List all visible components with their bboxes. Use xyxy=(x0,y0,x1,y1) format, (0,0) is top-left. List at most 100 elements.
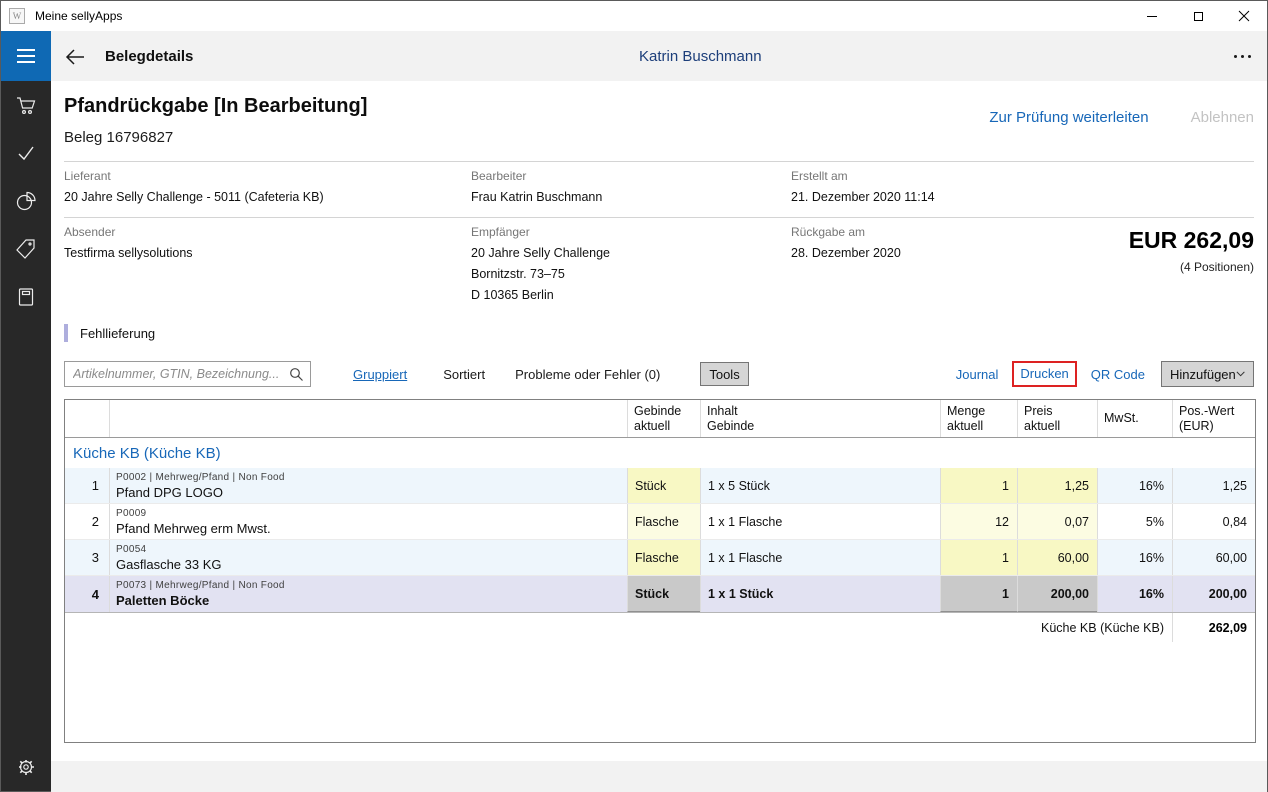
gebinde-cell[interactable]: Flasche xyxy=(627,540,700,575)
preis-cell[interactable]: 1,25 xyxy=(1017,468,1097,503)
article-code: P0009 xyxy=(116,507,627,520)
mwst-cell: 5% xyxy=(1097,504,1172,539)
app-icon: W xyxy=(9,8,25,24)
minimize-button[interactable] xyxy=(1129,1,1175,31)
add-button[interactable]: Hinzufügen xyxy=(1161,361,1254,387)
back-arrow-icon xyxy=(63,45,87,69)
sidebar-item-cart[interactable] xyxy=(1,81,51,129)
appbar: Belegdetails Katrin Buschmann xyxy=(1,31,1267,81)
header-gebinde: Gebindeaktuell xyxy=(627,400,700,437)
user-name[interactable]: Katrin Buschmann xyxy=(639,31,762,81)
sidebar-item-journal[interactable] xyxy=(1,273,51,321)
row-number: 2 xyxy=(65,504,109,539)
journal-link[interactable]: Journal xyxy=(956,367,999,382)
preis-cell[interactable]: 60,00 xyxy=(1017,540,1097,575)
position-count: (4 Positionen) xyxy=(1129,260,1254,274)
group-header[interactable]: Küche KB (Küche KB) xyxy=(65,438,1255,468)
cart-icon xyxy=(14,93,38,117)
preis-cell[interactable]: 0,07 xyxy=(1017,504,1097,539)
table-row[interactable]: 3 P0054 Gasflasche 33 KG Flasche 1 x 1 F… xyxy=(65,540,1255,576)
total-amount: EUR 262,09 xyxy=(1129,227,1254,253)
positions-toolbar: Gruppiert Sortiert Probleme oder Fehler … xyxy=(64,361,1254,387)
ellipsis-icon xyxy=(1234,55,1237,58)
sidebar-item-reports[interactable] xyxy=(1,177,51,225)
window-title: Meine sellyApps xyxy=(35,9,122,23)
menge-cell[interactable]: 1 xyxy=(940,468,1017,503)
close-button[interactable] xyxy=(1221,1,1267,31)
print-link[interactable]: Drucken xyxy=(1020,366,1068,381)
sorted-toggle[interactable]: Sortiert xyxy=(443,367,485,382)
divider xyxy=(64,217,1254,218)
qr-code-link[interactable]: QR Code xyxy=(1091,367,1145,382)
menge-cell[interactable]: 1 xyxy=(940,576,1017,612)
table-row[interactable]: 1 P0002 | Mehrweg/Pfand | Non Food Pfand… xyxy=(65,468,1255,504)
menge-cell[interactable]: 1 xyxy=(940,540,1017,575)
field-rueckgabe-am: Rückgabe am 28. Dezember 2020 xyxy=(791,225,901,261)
mwst-cell: 16% xyxy=(1097,576,1172,612)
header-empty xyxy=(65,400,109,437)
row-number: 1 xyxy=(65,468,109,503)
field-bearbeiter: Bearbeiter Frau Katrin Buschmann xyxy=(471,169,602,205)
problems-toggle[interactable]: Probleme oder Fehler (0) xyxy=(515,367,660,382)
wert-cell: 60,00 xyxy=(1172,540,1255,575)
grouped-toggle[interactable]: Gruppiert xyxy=(353,367,407,382)
page-title: Belegdetails xyxy=(105,31,193,81)
sidebar-item-tasks[interactable] xyxy=(1,129,51,177)
book-icon xyxy=(14,285,38,309)
wert-cell: 0,84 xyxy=(1172,504,1255,539)
preis-cell[interactable]: 200,00 xyxy=(1017,576,1097,612)
gebinde-cell[interactable]: Flasche xyxy=(627,504,700,539)
main-content: Pfandrückgabe [In Bearbeitung] Beleg 167… xyxy=(51,81,1267,791)
flag-label: Fehllieferung xyxy=(80,326,155,341)
check-icon xyxy=(14,141,38,165)
field-erstellt-am: Erstellt am 21. Dezember 2020 11:14 xyxy=(791,169,935,205)
gebinde-cell[interactable]: Stück xyxy=(627,468,700,503)
table-row[interactable]: 2 P0009 Pfand Mehrweg erm Mwst. Flasche … xyxy=(65,504,1255,540)
header-menge: Mengeaktuell xyxy=(940,400,1017,437)
article-name: Pfand DPG LOGO xyxy=(116,485,627,501)
search-icon xyxy=(289,367,304,382)
more-options-button[interactable] xyxy=(1234,31,1251,81)
inhalt-cell: 1 x 1 Flasche xyxy=(700,504,940,539)
group-footer-row: Küche KB (Küche KB) 262,09 xyxy=(65,612,1255,642)
close-icon xyxy=(1238,10,1250,22)
field-absender: Absender Testfirma sellysolutions xyxy=(64,225,193,261)
mwst-cell: 16% xyxy=(1097,540,1172,575)
article-cell: P0054 Gasflasche 33 KG xyxy=(109,540,627,575)
article-cell: P0073 | Mehrweg/Pfand | Non Food Palette… xyxy=(109,576,627,612)
article-name: Pfand Mehrweg erm Mwst. xyxy=(116,521,627,537)
gebinde-cell[interactable]: Stück xyxy=(627,576,700,612)
delivery-flag: Fehllieferung xyxy=(64,324,155,342)
pie-chart-icon xyxy=(14,189,38,213)
document-total: EUR 262,09 (4 Positionen) xyxy=(1129,227,1254,274)
maximize-button[interactable] xyxy=(1175,1,1221,31)
bottom-strip xyxy=(51,761,1267,792)
article-code: P0054 xyxy=(116,543,627,556)
group-footer-total: 262,09 xyxy=(1172,613,1255,642)
header-mwst: MwSt. xyxy=(1097,400,1172,437)
table-row-selected[interactable]: 4 P0073 | Mehrweg/Pfand | Non Food Palet… xyxy=(65,576,1255,612)
hamburger-icon xyxy=(17,49,35,51)
sidebar-item-settings[interactable] xyxy=(1,743,51,791)
field-empfaenger: Empfänger 20 Jahre Selly Challenge Borni… xyxy=(471,225,610,306)
document-title: Pfandrückgabe [In Bearbeitung] xyxy=(64,95,367,118)
article-name: Gasflasche 33 KG xyxy=(116,557,627,573)
menge-cell[interactable]: 12 xyxy=(940,504,1017,539)
header-inhalt: InhaltGebinde xyxy=(700,400,940,437)
positions-table: Gebindeaktuell InhaltGebinde Mengeaktuel… xyxy=(64,399,1256,743)
print-highlight-box: Drucken xyxy=(1012,361,1076,387)
hamburger-menu-button[interactable] xyxy=(1,31,51,81)
tools-button[interactable]: Tools xyxy=(700,362,748,386)
gear-icon xyxy=(15,756,37,778)
tag-icon xyxy=(14,237,38,261)
sidebar xyxy=(1,81,51,791)
article-name: Paletten Böcke xyxy=(116,593,627,609)
search-input[interactable] xyxy=(65,362,310,386)
article-cell: P0009 Pfand Mehrweg erm Mwst. xyxy=(109,504,627,539)
back-button[interactable] xyxy=(63,45,87,69)
forward-for-review-button[interactable]: Zur Prüfung weiterleiten xyxy=(989,109,1148,126)
wert-cell: 200,00 xyxy=(1172,576,1255,612)
inhalt-cell: 1 x 1 Flasche xyxy=(700,540,940,575)
sidebar-item-offers[interactable] xyxy=(1,225,51,273)
header-wert: Pos.-Wert(EUR) xyxy=(1172,400,1255,437)
